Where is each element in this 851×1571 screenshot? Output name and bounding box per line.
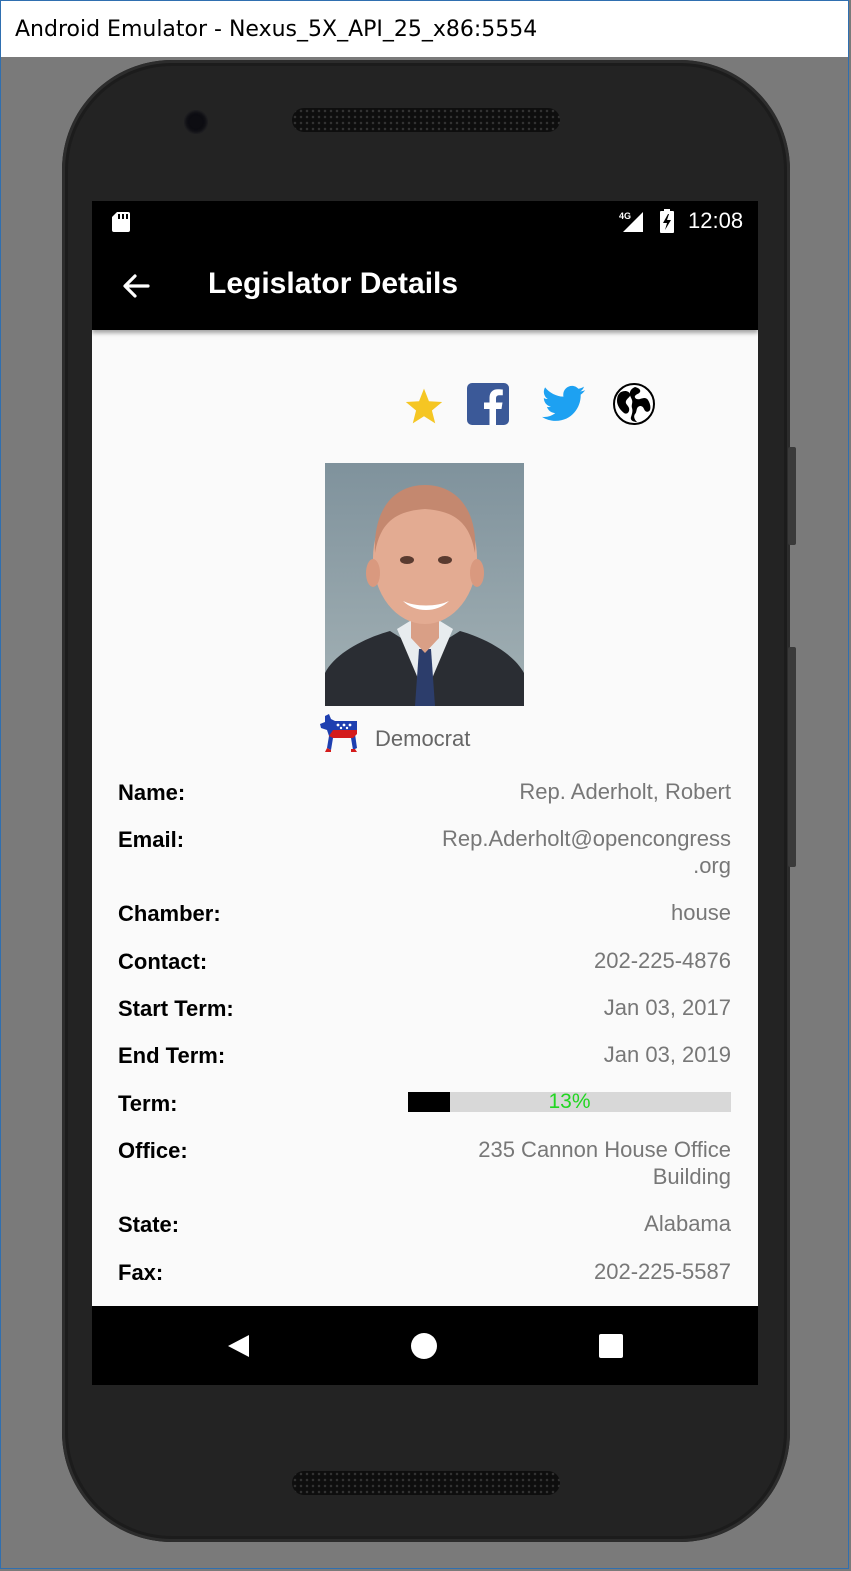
- status-clock: 12:08: [688, 208, 744, 233]
- chamber-label: Chamber:: [118, 901, 221, 926]
- favorite-star-icon[interactable]: [404, 387, 444, 425]
- office-label: Office:: [118, 1138, 188, 1163]
- svg-text:4G: 4G: [619, 211, 631, 221]
- state-label: State:: [118, 1212, 180, 1237]
- window-titlebar: Android Emulator - Nexus_5X_API_25_x86:5…: [1, 1, 849, 57]
- end-term-value: Jan 03, 2019: [603, 1042, 731, 1067]
- term-label: Term:: [118, 1091, 178, 1116]
- sd-card-icon: [112, 212, 130, 232]
- power-button[interactable]: [788, 447, 796, 545]
- email-value[interactable]: Rep.Aderholt@opencongress .org: [421, 825, 731, 879]
- term-progress-bar: 13%: [408, 1090, 731, 1113]
- top-speaker: [292, 108, 560, 132]
- cell-signal-icon: 4G: [619, 211, 643, 232]
- back-arrow-icon[interactable]: [120, 270, 152, 302]
- contact-label: Contact:: [118, 949, 208, 974]
- party-label: Democrat: [375, 726, 471, 751]
- email-value-line1: Rep.Aderholt@opencongress: [442, 826, 731, 851]
- website-globe-icon[interactable]: [613, 383, 655, 425]
- legislator-portrait-image: [325, 463, 524, 706]
- app-bar: Legislator Details: [92, 241, 758, 330]
- office-value-line2: Building: [652, 1164, 731, 1189]
- email-value-line2: .org: [693, 853, 731, 878]
- device-screen: 4G 12:08 Legislator Details Democrat Nam…: [92, 201, 758, 1385]
- bottom-speaker: [292, 1471, 560, 1495]
- democrat-donkey-icon: [320, 714, 357, 752]
- battery-charging-icon: [660, 209, 674, 233]
- term-progress-text: 13%: [548, 1090, 591, 1113]
- legislator-photo: [325, 463, 524, 706]
- contact-value[interactable]: 202-225-4876: [421, 947, 731, 974]
- page-title: Legislator Details: [208, 267, 459, 300]
- navigation-bar: [92, 1306, 758, 1385]
- chamber-value: house: [671, 900, 731, 925]
- window-title: Android Emulator - Nexus_5X_API_25_x86:5…: [15, 17, 538, 42]
- fax-label: Fax:: [118, 1260, 164, 1285]
- office-value-line1: 235 Cannon House Office: [478, 1137, 731, 1162]
- nav-recents-icon[interactable]: [599, 1334, 623, 1358]
- twitter-icon[interactable]: [542, 385, 586, 423]
- name-value: Rep. Aderholt, Robert: [519, 779, 731, 804]
- nav-back-icon[interactable]: [225, 1333, 251, 1359]
- state-value: Alabama: [644, 1211, 731, 1236]
- fax-value: 202-225-5587: [593, 1259, 731, 1284]
- facebook-icon[interactable]: [467, 383, 509, 425]
- nav-home-icon[interactable]: [411, 1333, 437, 1359]
- front-camera: [184, 110, 208, 134]
- volume-button[interactable]: [788, 647, 796, 867]
- name-label: Name:: [118, 780, 186, 805]
- office-value: 235 Cannon House Office Building: [421, 1136, 731, 1190]
- start-term-value: Jan 03, 2017: [603, 995, 731, 1020]
- start-term-label: Start Term:: [118, 996, 234, 1021]
- email-label: Email:: [118, 827, 185, 852]
- end-term-label: End Term:: [118, 1043, 226, 1068]
- status-bar: 4G 12:08: [92, 201, 758, 241]
